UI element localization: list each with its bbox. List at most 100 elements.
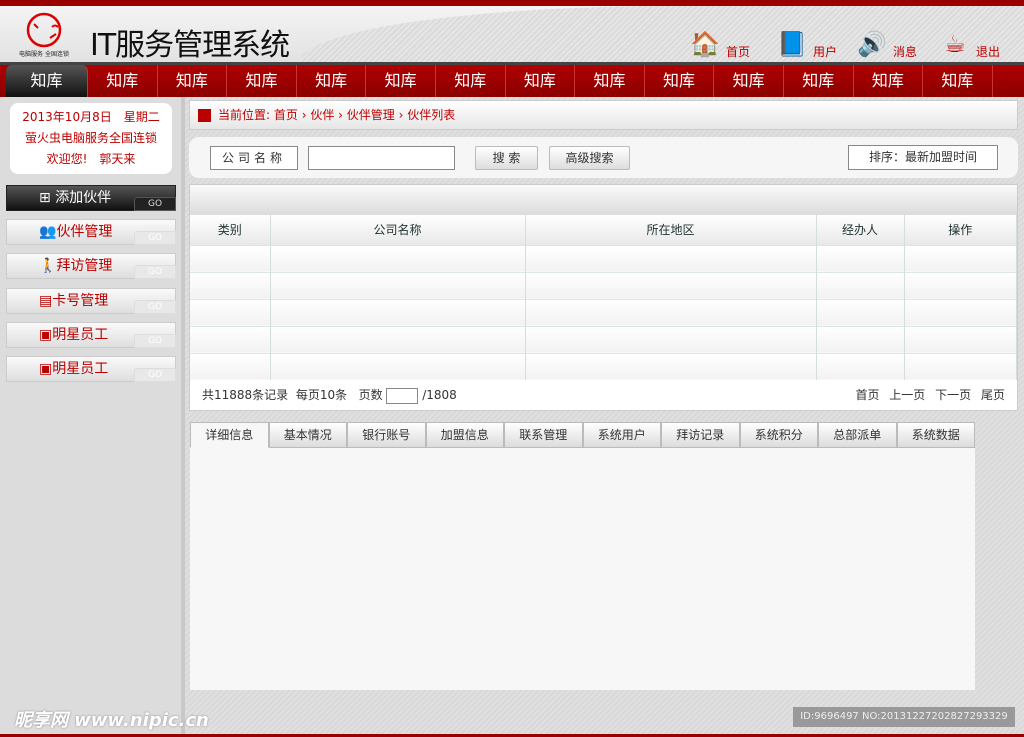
nav-item[interactable]: 知库 (854, 65, 924, 97)
next-page-link[interactable]: 下一页 (935, 388, 971, 402)
nav-item[interactable]: 知库 (714, 65, 784, 97)
tab-system-users[interactable]: 系统用户 (582, 422, 661, 448)
table-cell (525, 271, 817, 299)
advanced-search-button[interactable]: 高级搜索 (549, 146, 630, 170)
go-button[interactable]: GO (134, 300, 176, 314)
total-pages: /1808 (422, 388, 457, 402)
nav-item[interactable]: 知库 (506, 65, 576, 97)
per-page: 每页10条 (295, 388, 348, 402)
nav-item[interactable]: 知库 (158, 65, 228, 97)
table-cell (816, 271, 905, 299)
table-cell (270, 352, 526, 380)
table-cell (270, 298, 526, 326)
nav-item[interactable]: 知库 (227, 65, 297, 97)
tab-dispatch[interactable]: 总部派单 (818, 422, 897, 448)
user-link[interactable]: 📘 用户 (775, 28, 837, 60)
nav-item[interactable]: 知库 (923, 65, 993, 97)
table-cell (190, 244, 271, 272)
company-name-input[interactable] (308, 146, 455, 170)
search-panel: 公司名称 搜 索 高级搜索 排序：最新加盟时间 (189, 137, 1018, 178)
nav-item[interactable]: 知库 (436, 65, 506, 97)
card-icon: ▤ (39, 293, 53, 309)
detail-tabs: 详细信息 基本情况 银行账号 加盟信息 联系管理 系统用户 拜访记录 系统积分 … (190, 422, 975, 448)
table-cell (816, 325, 905, 353)
nav-item[interactable]: 知库 (297, 65, 367, 97)
user-info-box: 2013年10月8日 星期二 萤火虫电脑服务全国连锁 欢迎您! 郭天来 (10, 103, 172, 174)
table-row (190, 271, 1017, 299)
home-icon: 🏠 (690, 30, 720, 58)
sidebar-item-partner-management[interactable]: 👥伙伴管理 GO (6, 219, 176, 245)
table-cell (904, 271, 1017, 299)
page-label: 页数 (358, 388, 383, 402)
tab-bank[interactable]: 银行账号 (347, 422, 426, 448)
breadcrumb-item[interactable]: 伙伴 (310, 108, 334, 122)
nav-item[interactable]: 知库 (645, 65, 715, 97)
table-row (190, 244, 1017, 272)
message-link[interactable]: 🔊 消息 (855, 28, 917, 60)
tab-points[interactable]: 系统积分 (739, 422, 818, 448)
company-name-label: 公司名称 (210, 146, 298, 170)
table-cell (190, 352, 271, 380)
nav-item[interactable]: 知库 (575, 65, 645, 97)
sidebar-item-label: 伙伴管理 (56, 224, 113, 240)
nav-item[interactable]: 知库 (784, 65, 854, 97)
table-cell (525, 352, 817, 380)
go-button[interactable]: GO (134, 231, 176, 245)
sidebar-item-label: 添加伙伴 (55, 190, 112, 206)
breadcrumb-item[interactable]: 伙伴列表 (407, 108, 455, 122)
table-cell (816, 298, 905, 326)
visitor-icon: 🚶 (39, 258, 57, 274)
column-header[interactable]: 经办人 (816, 215, 905, 245)
breadcrumb: 当前位置: 首页 › 伙伴 › 伙伴管理 › 伙伴列表 (189, 100, 1018, 130)
user-book-icon: 📘 (777, 30, 807, 58)
sort-select[interactable]: 排序：最新加盟时间 (848, 145, 998, 170)
column-header[interactable]: 操作 (904, 215, 1017, 245)
go-button[interactable]: GO (134, 265, 176, 279)
sidebar-item-visit-management[interactable]: 🚶拜访管理 GO (6, 253, 176, 279)
last-page-link[interactable]: 尾页 (981, 388, 1005, 402)
breadcrumb-item[interactable]: 伙伴管理 (347, 108, 395, 122)
sidebar-item-card-management[interactable]: ▤卡号管理 GO (6, 288, 176, 314)
tab-system-data[interactable]: 系统数据 (896, 422, 975, 448)
tab-content (190, 448, 975, 690)
tab-basic[interactable]: 基本情况 (268, 422, 347, 448)
sidebar-item-star-staff[interactable]: ▣明星员工 GO (6, 322, 176, 348)
sidebar-item-star-staff-2[interactable]: ▣明星员工 GO (6, 356, 176, 382)
column-header[interactable]: 类别 (190, 215, 271, 245)
prev-page-link[interactable]: 上一页 (889, 388, 925, 402)
badge-icon: ▣ (39, 327, 53, 343)
tab-details[interactable]: 详细信息 (190, 422, 269, 448)
home-link[interactable]: 🏠 首页 (688, 28, 750, 60)
nav-item[interactable]: 知库 (366, 65, 436, 97)
page-input[interactable] (386, 387, 419, 404)
tab-contacts[interactable]: 联系管理 (504, 422, 583, 448)
go-button[interactable]: GO (134, 334, 176, 348)
go-button[interactable]: GO (134, 197, 176, 211)
search-button[interactable]: 搜 索 (475, 146, 538, 170)
table-cell (904, 325, 1017, 353)
partner-table: 类别 公司名称 所在地区 经办人 操作 共11888条记录 每页10条 页数 /… (189, 184, 1018, 411)
table-cell (525, 244, 817, 272)
table-cell (525, 325, 817, 353)
first-page-link[interactable]: 首页 (855, 388, 879, 402)
app-title: IT服务管理系统 (90, 28, 290, 63)
tab-franchise[interactable]: 加盟信息 (425, 422, 504, 448)
breadcrumb-item[interactable]: 首页 (274, 108, 298, 122)
table-cell (816, 352, 905, 380)
tab-visits[interactable]: 拜访记录 (661, 422, 740, 448)
watermark: 昵享网 www.nipic.cn (14, 710, 209, 731)
sidebar-item-label: 卡号管理 (52, 293, 109, 309)
logout-link[interactable]: ☕ 退出 (938, 28, 1000, 60)
column-header[interactable]: 所在地区 (525, 215, 817, 245)
nav-item[interactable]: 知库 (6, 65, 88, 97)
nav-item[interactable]: 知库 (88, 65, 158, 97)
go-button[interactable]: GO (134, 368, 176, 382)
sidebar-item-label: 拜访管理 (56, 258, 113, 274)
sidebar-item-add-partner[interactable]: ⊞ 添加伙伴 GO (6, 185, 176, 211)
table-cell (904, 298, 1017, 326)
table-toolbar (190, 185, 1017, 215)
coffee-exit-icon: ☕ (944, 30, 966, 58)
welcome: 欢迎您! 郭天来 (46, 152, 136, 166)
column-header[interactable]: 公司名称 (270, 215, 526, 245)
plus-icon: ⊞ (39, 190, 56, 206)
